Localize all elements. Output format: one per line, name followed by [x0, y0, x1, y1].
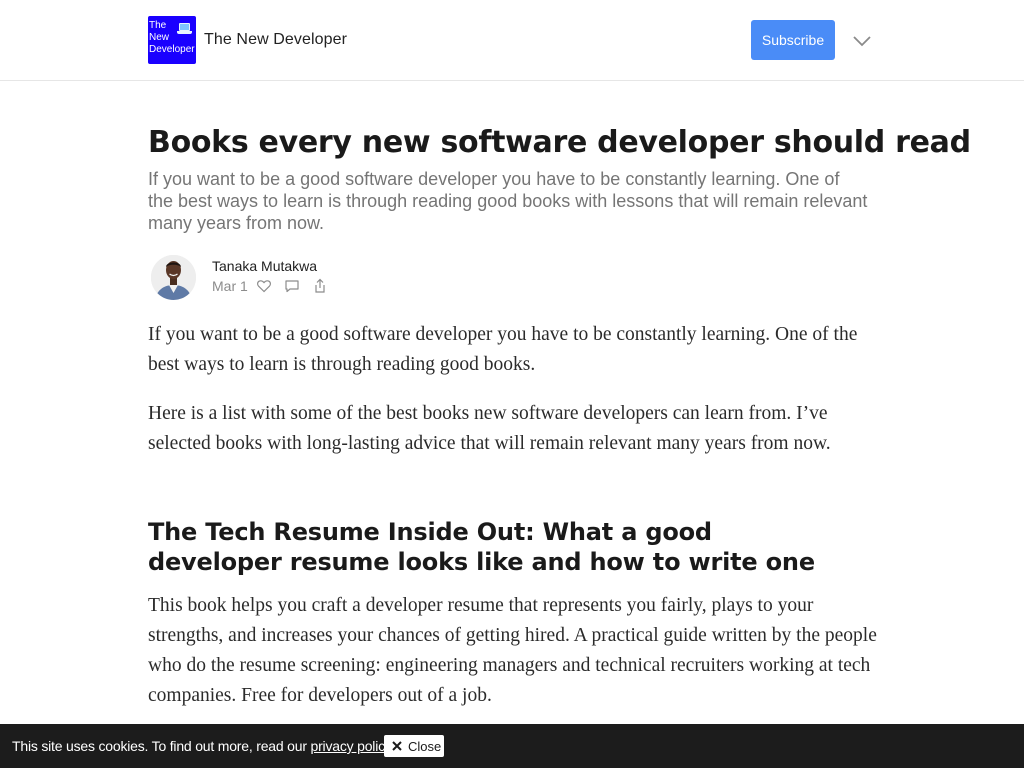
article-paragraph: This book helps you craft a developer re… — [148, 595, 877, 706]
publication-name[interactable]: The New Developer — [204, 31, 347, 49]
author-name[interactable]: Tanaka Mutakwa — [212, 258, 317, 274]
byline: Tanaka Mutakwa Mar 1 — [148, 254, 548, 304]
close-icon — [392, 741, 402, 751]
close-label: Close — [408, 738, 442, 754]
subscribe-button[interactable]: Subscribe — [751, 20, 835, 60]
logo-line-3: Developer — [149, 44, 195, 55]
publication-logo[interactable]: The New Developer — [148, 16, 196, 64]
privacy-policy-link[interactable]: privacy policy — [310, 738, 391, 754]
cookie-text: This site uses cookies. To find out more… — [12, 738, 311, 754]
chevron-down-icon[interactable] — [850, 30, 874, 52]
cookie-banner: This site uses cookies. To find out more… — [0, 724, 1024, 768]
section-heading: The Tech Resume Inside Out: What a good … — [148, 518, 815, 576]
post-meta: Mar 1 — [212, 277, 340, 295]
article-paragraph: If you want to be a good software develo… — [148, 324, 858, 375]
share-icon[interactable] — [312, 278, 328, 294]
laptop-icon — [177, 23, 192, 35]
post-date: Mar 1 — [212, 278, 248, 294]
heart-icon[interactable] — [256, 278, 272, 294]
author-avatar[interactable] — [151, 255, 196, 300]
article-title: Books every new software developer shoul… — [148, 125, 971, 160]
article-subtitle: If you want to be a good software develo… — [148, 169, 868, 233]
cookie-close-button[interactable]: Close — [384, 735, 444, 757]
comment-icon[interactable] — [284, 278, 300, 294]
article-paragraph: Here is a list with some of the best boo… — [148, 403, 831, 454]
site-header: The New Developer The New Developer Subs… — [0, 0, 1024, 81]
cookie-message: This site uses cookies. To find out more… — [12, 738, 392, 754]
